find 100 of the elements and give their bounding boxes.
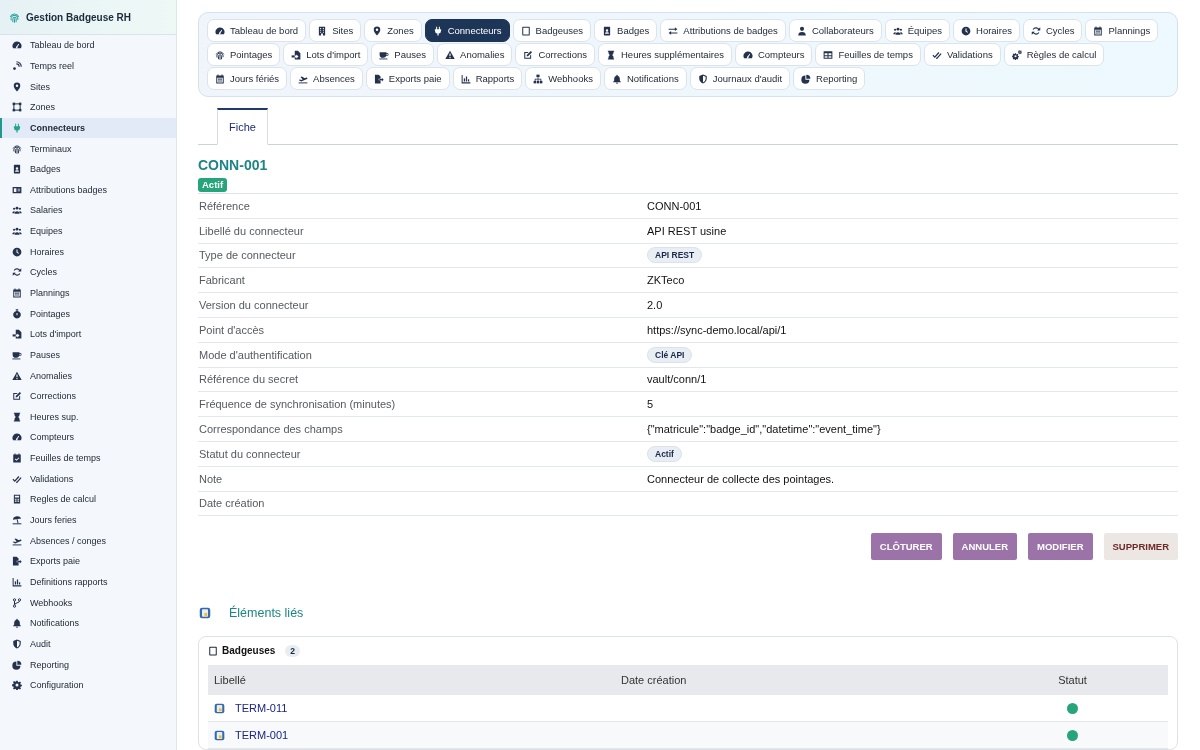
module-tab[interactable]: Zones <box>364 19 422 42</box>
location-pin-icon <box>372 25 383 36</box>
warning-icon <box>445 49 456 60</box>
nav-item[interactable]: Pointages <box>0 303 176 324</box>
gauge-icon <box>742 49 753 60</box>
edit-icon <box>523 49 534 60</box>
nav-item[interactable]: Equipes <box>0 220 176 242</box>
users-icon <box>12 226 22 237</box>
field-label: Mode d'authentification <box>198 348 313 361</box>
field-value: CONN-001 <box>647 199 703 212</box>
module-tab[interactable]: Jours fériés <box>207 67 288 90</box>
users-icon <box>892 25 903 36</box>
beach-umbrella-icon <box>12 515 22 526</box>
nav-item[interactable]: Notifications <box>0 612 176 634</box>
field-value: {"matricule":"badge_id","datetime":"event_time"} <box>647 423 882 436</box>
nav-item[interactable]: Connecteurs <box>0 117 176 139</box>
nav-item[interactable]: Definitions rapports <box>0 571 176 593</box>
bell-icon <box>12 618 22 629</box>
module-tab[interactable]: Absences <box>290 67 363 90</box>
module-tab[interactable]: Compteurs <box>734 43 813 66</box>
module-tab[interactable]: Lots d'import <box>283 43 369 66</box>
module-tab[interactable]: Équipes <box>884 19 950 42</box>
module-tab[interactable]: Exports paie <box>365 67 450 90</box>
module-tab[interactable]: Feuilles de temps <box>815 43 921 66</box>
record-tab[interactable]: Fiche <box>217 108 268 145</box>
nav-item[interactable]: Temps reel <box>0 55 176 77</box>
nav-item[interactable]: Anomalies <box>0 365 176 386</box>
fingerprint-icon <box>12 143 22 154</box>
field-label: Point d'accès <box>198 323 266 336</box>
module-tab[interactable]: Collaborateurs <box>788 19 882 42</box>
row-link[interactable]: TERM-001 <box>235 729 289 742</box>
row-link[interactable]: TERM-011 <box>235 702 288 715</box>
table-icon <box>823 49 834 60</box>
sync-icon <box>1030 25 1041 36</box>
field-value: API REST usine <box>647 224 728 237</box>
nav-item[interactable]: Salaries <box>0 200 176 221</box>
file-export-icon <box>12 556 22 567</box>
nav-item[interactable]: Feuilles de temps <box>0 447 176 469</box>
field-label: Correspondance des champs <box>198 423 344 436</box>
action-button[interactable]: MODIFIER <box>1028 533 1093 561</box>
action-button[interactable]: SUPPRIMER <box>1103 533 1178 561</box>
module-tab[interactable]: Rapports <box>452 67 523 90</box>
module-tab[interactable]: Webhooks <box>525 67 601 90</box>
nav-item[interactable]: Absences / conges <box>0 530 176 551</box>
nav-item[interactable]: Pauses <box>0 344 176 366</box>
module-tab[interactable]: Règles de calcul <box>1003 43 1105 66</box>
nav-item[interactable]: Validations <box>0 468 176 490</box>
nav-item[interactable]: Attributions badges <box>0 179 176 201</box>
module-tab[interactable]: Corrections <box>515 43 595 66</box>
module-tab[interactable]: Badgeuses <box>512 19 592 42</box>
pie-chart-icon <box>12 659 22 670</box>
users-icon <box>12 205 22 216</box>
field-label: Référence du secret <box>198 373 300 386</box>
column-header: Date création <box>620 674 688 687</box>
stopwatch-icon <box>12 308 22 319</box>
module-tab[interactable]: Plannings <box>1085 19 1159 42</box>
module-tab[interactable]: Tableau de bord <box>207 19 307 42</box>
location-pin-icon <box>12 81 22 92</box>
nav-item[interactable]: Reporting <box>0 654 176 675</box>
nav-item[interactable]: Terminaux <box>0 138 176 159</box>
check-double-icon <box>931 49 942 60</box>
field-label: Fréquence de synchronisation (minutes) <box>198 398 397 411</box>
module-tab[interactable]: Connecteurs <box>424 19 510 42</box>
module-tab[interactable]: Pauses <box>371 43 435 66</box>
nav-item[interactable]: Configuration <box>0 674 176 696</box>
module-tab[interactable]: Validations <box>923 43 1001 66</box>
module-tab[interactable]: Heures supplémentaires <box>598 43 732 66</box>
nav-item[interactable]: Regles de calcul <box>0 489 176 510</box>
module-tab[interactable]: Notifications <box>603 67 687 90</box>
nav-item[interactable]: Exports paie <box>0 551 176 572</box>
module-tab[interactable]: Pointages <box>207 43 281 66</box>
action-button[interactable]: ANNULER <box>952 533 1018 561</box>
nav-item[interactable]: Zones <box>0 96 176 118</box>
gear-icon <box>12 680 22 691</box>
nav-item[interactable]: Corrections <box>0 385 176 407</box>
module-tab[interactable]: Sites <box>309 19 362 42</box>
nav-item[interactable]: Heures sup. <box>0 406 176 428</box>
nav-item[interactable]: Cycles <box>0 262 176 283</box>
module-tab[interactable]: Anomalies <box>437 43 513 66</box>
device-icon <box>214 729 225 741</box>
nav-item[interactable]: Jours feries <box>0 509 176 531</box>
nav-item[interactable]: Badges <box>0 158 176 180</box>
shield-icon <box>697 73 708 84</box>
nav-item[interactable]: Webhooks <box>0 592 176 613</box>
module-tab[interactable]: Reporting <box>793 67 866 90</box>
nav-item[interactable]: Sites <box>0 76 176 97</box>
nav-item[interactable]: Horaires <box>0 241 176 263</box>
nav-item[interactable]: Compteurs <box>0 427 176 448</box>
action-button[interactable]: CLÔTURER <box>870 533 942 561</box>
nav-item[interactable]: Lots d'import <box>0 323 176 345</box>
nav-item[interactable]: Tableau de bord <box>0 35 176 56</box>
module-tab[interactable]: Badges <box>594 19 658 42</box>
branch-icon <box>12 597 22 608</box>
module-tab[interactable]: Horaires <box>953 19 1020 42</box>
record-title: CONN-001 <box>198 157 269 174</box>
module-tab[interactable]: Attributions de badges <box>660 19 786 42</box>
module-tab[interactable]: Cycles <box>1022 19 1083 42</box>
module-tab[interactable]: Journaux d'audit <box>689 67 791 90</box>
nav-item[interactable]: Plannings <box>0 282 176 304</box>
nav-item[interactable]: Audit <box>0 633 176 655</box>
